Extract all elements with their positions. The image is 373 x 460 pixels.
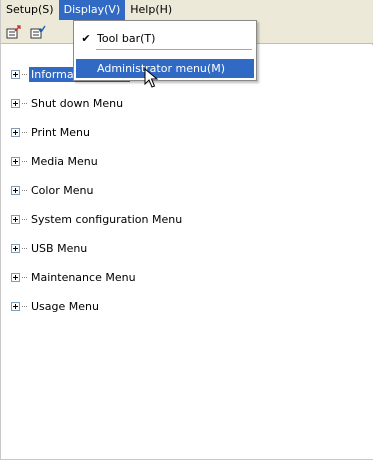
expand-plus-icon[interactable] [11,156,20,166]
expand-plus-icon[interactable] [11,98,20,108]
tree-item-label[interactable]: Usage Menu [29,299,101,314]
tree-item-label[interactable]: Color Menu [29,183,95,198]
tree-item[interactable]: Usage Menu [11,297,101,315]
menu-bar: Setup(S) Display(V) Help(H) [1,0,373,20]
expand-plus-icon[interactable] [11,301,20,311]
tree-item-label[interactable]: Maintenance Menu [29,270,138,285]
tree-item[interactable]: Shut down Menu [11,94,125,112]
menu-item-administrator[interactable]: Administrator menu(M) [76,59,254,78]
tree-connector [22,131,27,133]
tree-connector [22,218,27,220]
expand-plus-icon[interactable] [11,272,20,282]
display-dropdown-menu: ✔ Tool bar(T) Administrator menu(M) [73,20,257,81]
menu-item-administrator-label: Administrator menu(M) [97,62,225,75]
main-window: Setup(S) Display(V) Help(H) Information … [0,0,373,460]
tree-connector [22,276,27,278]
tree-connector [22,247,27,249]
menu-separator [96,49,252,50]
tree-item[interactable]: USB Menu [11,239,89,257]
checkmark-icon: ✔ [81,32,91,45]
tree-item-label[interactable]: Media Menu [29,154,100,169]
edit-icon[interactable] [5,23,23,41]
tree-connector [22,73,27,75]
tree-item-label[interactable]: System configuration Menu [29,212,184,227]
expand-plus-icon[interactable] [11,214,20,224]
expand-plus-icon[interactable] [11,69,20,79]
expand-plus-icon[interactable] [11,127,20,137]
menu-help[interactable]: Help(H) [125,0,177,20]
tree-item-label[interactable]: Shut down Menu [29,96,125,111]
tree-item-label[interactable]: Print Menu [29,125,92,140]
menu-item-toolbar-label: Tool bar(T) [97,32,156,45]
tree-item[interactable]: Media Menu [11,152,100,170]
tree-item[interactable]: Print Menu [11,123,92,141]
menu-display[interactable]: Display(V) [58,0,126,20]
tree-connector [22,305,27,307]
tree-connector [22,102,27,104]
tree-item-label[interactable]: USB Menu [29,241,89,256]
menu-tree: Information Menu Shut down Menu Print Me… [1,45,373,459]
tree-connector [22,189,27,191]
menu-setup[interactable]: Setup(S) [1,0,59,20]
tree-connector [22,160,27,162]
menu-item-toolbar[interactable]: ✔ Tool bar(T) [76,29,254,48]
tree-item[interactable]: Maintenance Menu [11,268,138,286]
expand-plus-icon[interactable] [11,185,20,195]
mouse-pointer-icon [144,68,159,88]
edit-check-icon[interactable] [29,23,47,41]
tree-item[interactable]: Color Menu [11,181,95,199]
expand-plus-icon[interactable] [11,243,20,253]
tree-item[interactable]: System configuration Menu [11,210,184,228]
